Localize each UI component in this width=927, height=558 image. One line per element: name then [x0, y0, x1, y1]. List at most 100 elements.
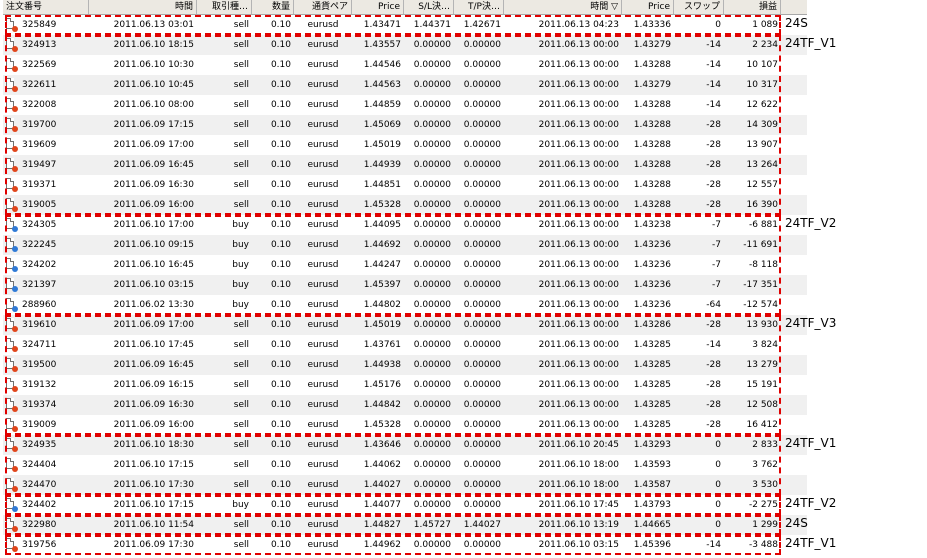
- col-swap-cell: -14: [706, 100, 721, 110]
- col-size-cell: 0.10: [270, 40, 291, 50]
- table-row[interactable]: 324913 2011.06.10 18:15 sell 0.10 eurusd 1.43…: [3, 35, 807, 55]
- col-swap-cell: 0: [715, 520, 721, 530]
- col-close-time-cell: 2011.06.10 13:19: [538, 520, 619, 530]
- table-row[interactable]: 322611 2011.06.10 10:45 sell 0.10 eurusd 1.44…: [3, 75, 807, 95]
- table-row[interactable]: 324404 2011.06.10 17:15 sell 0.10 eurusd 1.44…: [3, 455, 807, 475]
- table-row[interactable]: 319610 2011.06.09 17:00 sell 0.10 eurusd 1.45…: [3, 315, 807, 335]
- buy-badge-icon: [12, 226, 18, 232]
- col-symbol-cell: eurusd: [307, 420, 339, 430]
- header-col-swap[interactable]: スワップ: [674, 0, 724, 14]
- order-doc-icon: [3, 495, 19, 515]
- col-type-cell: sell: [233, 360, 249, 370]
- col-open-price-cell: 1.43557: [363, 40, 401, 50]
- col-order-id-cell: 324470: [22, 480, 57, 490]
- col-swap-cell: -28: [706, 380, 721, 390]
- col-symbol-cell: eurusd: [307, 400, 339, 410]
- col-open-price-cell: 1.44027: [363, 480, 401, 490]
- table-row[interactable]: 319371 2011.06.09 16:30 sell 0.10 eurusd 1.44…: [3, 175, 807, 195]
- header-col-type[interactable]: 取引種…: [197, 0, 252, 14]
- col-open-time-cell: 2011.06.09 16:15: [113, 380, 194, 390]
- header-col-sl[interactable]: S/L決…: [404, 0, 454, 14]
- table-row[interactable]: 319609 2011.06.09 17:00 sell 0.10 eurusd 1.45…: [3, 135, 807, 155]
- header-col-symbol[interactable]: 通貨ペア: [294, 0, 352, 14]
- table-row[interactable]: 319497 2011.06.09 16:45 sell 0.10 eurusd 1.44…: [3, 155, 807, 175]
- header-col-open-price[interactable]: Price: [352, 0, 404, 14]
- sell-badge-icon: [12, 386, 18, 392]
- order-doc-icon: [3, 275, 19, 295]
- table-row[interactable]: 319700 2011.06.09 17:15 sell 0.10 eurusd 1.45…: [3, 115, 807, 135]
- table-row[interactable]: 325849 2011.06.13 03:01 sell 0.10 eurusd 1.43…: [3, 15, 807, 35]
- table-row[interactable]: 324711 2011.06.10 17:45 sell 0.10 eurusd 1.43…: [3, 335, 807, 355]
- col-swap-cell: -14: [706, 80, 721, 90]
- col-swap-cell: -7: [712, 240, 721, 250]
- col-type-cell: sell: [233, 20, 249, 30]
- col-profit-cell: 14 309: [746, 120, 779, 130]
- table-row[interactable]: 324202 2011.06.10 16:45 buy 0.10 eurusd 1.442…: [3, 255, 807, 275]
- col-close-time-cell: 2011.06.13 00:00: [538, 200, 619, 210]
- col-close-price-cell: 1.43279: [633, 40, 671, 50]
- col-open-time-cell: 2011.06.09 16:00: [113, 420, 194, 430]
- col-close-price-cell: 1.43288: [633, 180, 671, 190]
- col-tp-cell: 0.00000: [463, 80, 501, 90]
- col-swap-cell: 0: [715, 460, 721, 470]
- header-col-close-time[interactable]: 時間 ▽: [504, 0, 622, 14]
- order-doc-icon: [3, 15, 19, 35]
- table-row[interactable]: 324470 2011.06.10 17:30 sell 0.10 eurusd 1.44…: [3, 475, 807, 495]
- order-doc-icon: [3, 55, 19, 75]
- table-row[interactable]: 319132 2011.06.09 16:15 sell 0.10 eurusd 1.45…: [3, 375, 807, 395]
- col-size-cell: 0.10: [270, 360, 291, 370]
- header-col-order-id[interactable]: 注文番号: [3, 0, 89, 14]
- col-close-price-cell: 1.43288: [633, 60, 671, 70]
- group-label: 24S: [785, 16, 808, 30]
- col-close-price-cell: 1.44665: [633, 520, 671, 530]
- header-col-open-time[interactable]: 時間: [89, 0, 197, 14]
- table-row[interactable]: 319374 2011.06.09 16:30 sell 0.10 eurusd 1.44…: [3, 395, 807, 415]
- col-open-time-cell: 2011.06.09 16:45: [113, 160, 194, 170]
- col-symbol-cell: eurusd: [307, 80, 339, 90]
- header-col-close-price[interactable]: Price: [622, 0, 674, 14]
- table-row[interactable]: 322245 2011.06.10 09:15 buy 0.10 eurusd 1.446…: [3, 235, 807, 255]
- order-doc-icon: [3, 155, 19, 175]
- col-close-time-cell: 2011.06.10 03:15: [538, 540, 619, 550]
- table-row[interactable]: 288960 2011.06.02 13:30 buy 0.10 eurusd 1.448…: [3, 295, 807, 315]
- col-open-price-cell: 1.45019: [363, 140, 401, 150]
- table-row[interactable]: 321397 2011.06.10 03:15 buy 0.10 eurusd 1.453…: [3, 275, 807, 295]
- col-order-id-cell: 324202: [22, 260, 57, 270]
- col-open-time-cell: 2011.06.09 16:30: [113, 180, 194, 190]
- table-row[interactable]: 319005 2011.06.09 16:00 sell 0.10 eurusd 1.45…: [3, 195, 807, 215]
- table-row[interactable]: 319500 2011.06.09 16:45 sell 0.10 eurusd 1.44…: [3, 355, 807, 375]
- col-close-time-cell: 2011.06.13 00:00: [538, 40, 619, 50]
- col-profit-cell: -11 691: [743, 240, 778, 250]
- col-close-price-cell: 1.43236: [633, 300, 671, 310]
- col-swap-cell: -28: [706, 320, 721, 330]
- col-open-price-cell: 1.44802: [363, 300, 401, 310]
- order-doc-icon: [3, 335, 19, 355]
- table-row[interactable]: 324935 2011.06.10 18:30 sell 0.10 eurusd 1.43…: [3, 435, 807, 455]
- header-col-size[interactable]: 数量: [252, 0, 294, 14]
- table-row[interactable]: 324305 2011.06.10 17:00 buy 0.10 eurusd 1.440…: [3, 215, 807, 235]
- table-row[interactable]: 322569 2011.06.10 10:30 sell 0.10 eurusd 1.44…: [3, 55, 807, 75]
- col-sl-cell: 0.00000: [413, 180, 451, 190]
- col-close-time-cell: 2011.06.13 00:00: [538, 380, 619, 390]
- col-open-time-cell: 2011.06.09 17:15: [113, 120, 194, 130]
- col-close-time-cell: 2011.06.13 00:00: [538, 260, 619, 270]
- col-symbol-cell: eurusd: [307, 20, 339, 30]
- header-col-tp[interactable]: T/P決…: [454, 0, 504, 14]
- col-open-time-cell: 2011.06.10 17:15: [113, 500, 194, 510]
- table-row[interactable]: 319009 2011.06.09 16:00 sell 0.10 eurusd 1.45…: [3, 415, 807, 435]
- col-order-id-cell: 324913: [22, 40, 57, 50]
- col-order-id-cell: 319005: [22, 200, 57, 210]
- table-row[interactable]: 319756 2011.06.09 17:30 sell 0.10 eurusd 1.44…: [3, 535, 807, 555]
- col-profit-cell: 12 622: [746, 100, 779, 110]
- table-row[interactable]: 322008 2011.06.10 08:00 sell 0.10 eurusd 1.44…: [3, 95, 807, 115]
- col-symbol-cell: eurusd: [307, 460, 339, 470]
- col-profit-cell: -3 488: [748, 540, 778, 550]
- col-symbol-cell: eurusd: [307, 540, 339, 550]
- table-row[interactable]: 322980 2011.06.10 11:54 sell 0.10 eurusd 1.44…: [3, 515, 807, 535]
- col-tp-cell: 0.00000: [463, 140, 501, 150]
- header-col-profit[interactable]: 損益: [724, 0, 781, 14]
- col-profit-cell: -2 275: [748, 500, 778, 510]
- col-symbol-cell: eurusd: [307, 340, 339, 350]
- table-row[interactable]: 324402 2011.06.10 17:15 buy 0.10 eurusd 1.440…: [3, 495, 807, 515]
- order-doc-icon: [3, 95, 19, 115]
